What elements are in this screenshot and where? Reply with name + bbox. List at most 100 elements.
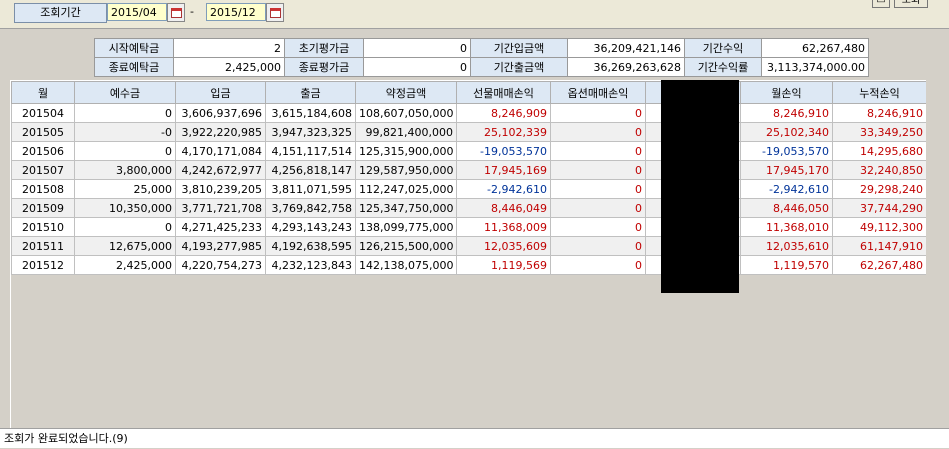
summary-value: 0 [363,38,471,58]
summary-label: 기간수익 [684,38,762,58]
table-cell: 37,744,290 [832,198,927,218]
table-cell: 125,315,900,000 [355,141,457,161]
grid-header-row: 월 예수금 입금 출금 약정금액 선물매매손익 옵션매매손익 월손익 누적손익 [11,81,927,104]
table-cell: -0 [74,122,176,142]
table-cell: 12,675,000 [74,236,176,256]
table-cell: 32,240,850 [832,160,927,180]
query-toolbar: 조회기간 2015/04 - 2015/12 ▭ 조회 [0,0,949,29]
summary-label: 종료평가금 [284,57,364,77]
monthly-profit-grid[interactable]: 월 예수금 입금 출금 약정금액 선물매매손익 옵션매매손익 월손익 누적손익 201504 0 3… [10,80,927,431]
table-cell: -2,942,610 [456,179,551,199]
table-cell: 25,102,339 [456,122,551,142]
table-cell: 3,810,239,205 [175,179,266,199]
table-cell: 11,368,009 [456,217,551,237]
summary-label: 종료예탁금 [94,57,174,77]
summary-value: 2,425,000 [173,57,285,77]
column-header[interactable]: 누적손익 [832,81,927,104]
table-cell: 14,295,680 [832,141,927,161]
table-cell: 25,000 [74,179,176,199]
summary-label: 기간출금액 [470,57,568,77]
table-cell: 4,192,638,595 [265,236,356,256]
column-header[interactable]: 월손익 [740,81,833,104]
table-cell: 4,220,754,273 [175,255,266,275]
table-cell: 12,035,609 [456,236,551,256]
print-icon: ▭ [876,0,886,6]
table-row[interactable]: 201504 0 3,606,937,696 3,615,184,608 108,607… [11,103,927,123]
column-header[interactable]: 옵션매매손익 [550,81,646,104]
table-cell: 62,267,480 [832,255,927,275]
table-cell: 33,349,250 [832,122,927,142]
table-cell: 201505 [11,122,75,142]
table-cell: -19,053,570 [740,141,833,161]
calendar-icon [269,7,281,18]
summary-label: 기간입금액 [470,38,568,58]
table-cell: 138,099,775,000 [355,217,457,237]
table-cell: 0 [550,141,646,161]
table-row[interactable]: 201507 3,800,000 4,242,672,977 4,256,818,14… [11,160,927,180]
table-cell: 3,771,721,708 [175,198,266,218]
table-row[interactable]: 201508 25,000 3,810,239,205 3,811,071,595 11… [11,179,927,199]
column-header[interactable]: 예수금 [74,81,176,104]
table-cell: 61,147,910 [832,236,927,256]
end-date-calendar-button[interactable] [266,3,284,22]
table-row[interactable]: 201506 0 4,170,171,084 4,151,117,514 125,315… [11,141,927,161]
summary-value: 36,269,263,628 [567,57,685,77]
table-cell: 201507 [11,160,75,180]
table-cell: -19,053,570 [456,141,551,161]
column-header[interactable]: 선물매매손익 [456,81,551,104]
redacted-column-block [661,80,739,293]
table-cell: 17,945,169 [456,160,551,180]
table-cell: 99,821,400,000 [355,122,457,142]
table-row[interactable]: 201505 -0 3,922,220,985 3,947,323,325 99,821… [11,122,927,142]
table-row[interactable]: 201509 10,350,000 3,771,721,708 3,769,842,7… [11,198,927,218]
table-cell: 12,035,610 [740,236,833,256]
table-cell: 10,350,000 [74,198,176,218]
table-cell: 3,922,220,985 [175,122,266,142]
right-panel-area [926,80,949,430]
table-cell: 3,811,071,595 [265,179,356,199]
summary-value: 62,267,480 [761,38,869,58]
table-cell: 3,800,000 [74,160,176,180]
start-date-input[interactable]: 2015/04 [107,3,167,21]
status-bar: 조회가 완료되었습니다.(9) [0,428,949,448]
table-cell: 0 [74,141,176,161]
date-separator: - [190,5,194,18]
summary-row: 종료예탁금 2,425,000 종료평가금 0 기간출금액 36,269,263,628 기… [94,57,869,77]
table-cell: 0 [550,236,646,256]
start-date-calendar-button[interactable] [167,3,185,22]
table-cell: 0 [550,160,646,180]
end-date-input[interactable]: 2015/12 [206,3,266,21]
table-cell: 49,112,300 [832,217,927,237]
table-cell: 201511 [11,236,75,256]
table-row[interactable]: 201511 12,675,000 4,193,277,985 4,192,638,5… [11,236,927,256]
table-cell: 201506 [11,141,75,161]
table-cell: 17,945,170 [740,160,833,180]
table-cell: 4,293,143,243 [265,217,356,237]
summary-value: 0 [363,57,471,77]
table-cell: 25,102,340 [740,122,833,142]
table-cell: 201510 [11,217,75,237]
table-cell: 126,215,500,000 [355,236,457,256]
summary-value: 2 [173,38,285,58]
table-cell: 8,446,049 [456,198,551,218]
table-row[interactable]: 201510 0 4,271,425,233 4,293,143,243 138,099… [11,217,927,237]
table-cell: 0 [550,179,646,199]
table-cell: 3,947,323,325 [265,122,356,142]
column-header[interactable]: 월 [11,81,75,104]
table-cell: 29,298,240 [832,179,927,199]
table-cell: 0 [550,198,646,218]
table-cell: 0 [74,103,176,123]
print-button[interactable]: ▭ [872,0,890,8]
table-cell: 0 [550,122,646,142]
table-cell: 4,232,123,843 [265,255,356,275]
calendar-icon [170,7,182,18]
column-header[interactable]: 입금 [175,81,266,104]
table-row[interactable]: 201512 2,425,000 4,220,754,273 4,232,123,84… [11,255,927,275]
table-cell: 4,271,425,233 [175,217,266,237]
table-cell: 4,170,171,084 [175,141,266,161]
column-header[interactable]: 약정금액 [355,81,457,104]
table-cell: 8,246,910 [832,103,927,123]
search-button[interactable]: 조회 [894,0,928,8]
column-header[interactable]: 출금 [265,81,356,104]
summary-label: 초기평가금 [284,38,364,58]
